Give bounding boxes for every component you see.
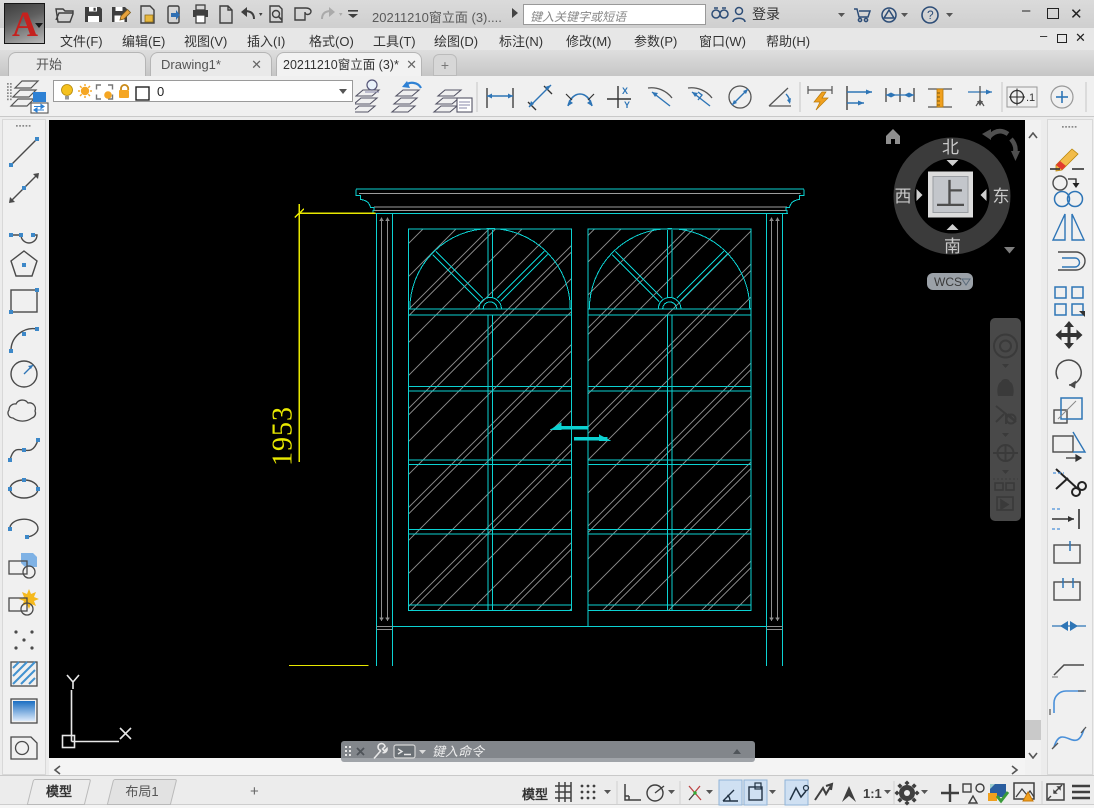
svg-text:南: 南 <box>944 237 961 256</box>
svg-text:1953: 1953 <box>268 406 299 466</box>
svg-text:X: X <box>622 86 628 96</box>
svg-text:北: 北 <box>942 138 959 157</box>
svg-text:西: 西 <box>895 187 912 206</box>
svg-text:.1: .1 <box>1026 92 1035 104</box>
svg-text:键入命令: 键入命令 <box>432 744 486 759</box>
svg-text:WCS: WCS <box>934 275 962 289</box>
svg-text:1:1: 1:1 <box>863 786 882 801</box>
svg-text:?: ? <box>927 8 934 22</box>
svg-text:东: 东 <box>993 187 1010 206</box>
svg-text:登录: 登录 <box>752 6 780 22</box>
svg-text:Y: Y <box>624 100 630 110</box>
svg-text:上: 上 <box>936 179 966 212</box>
